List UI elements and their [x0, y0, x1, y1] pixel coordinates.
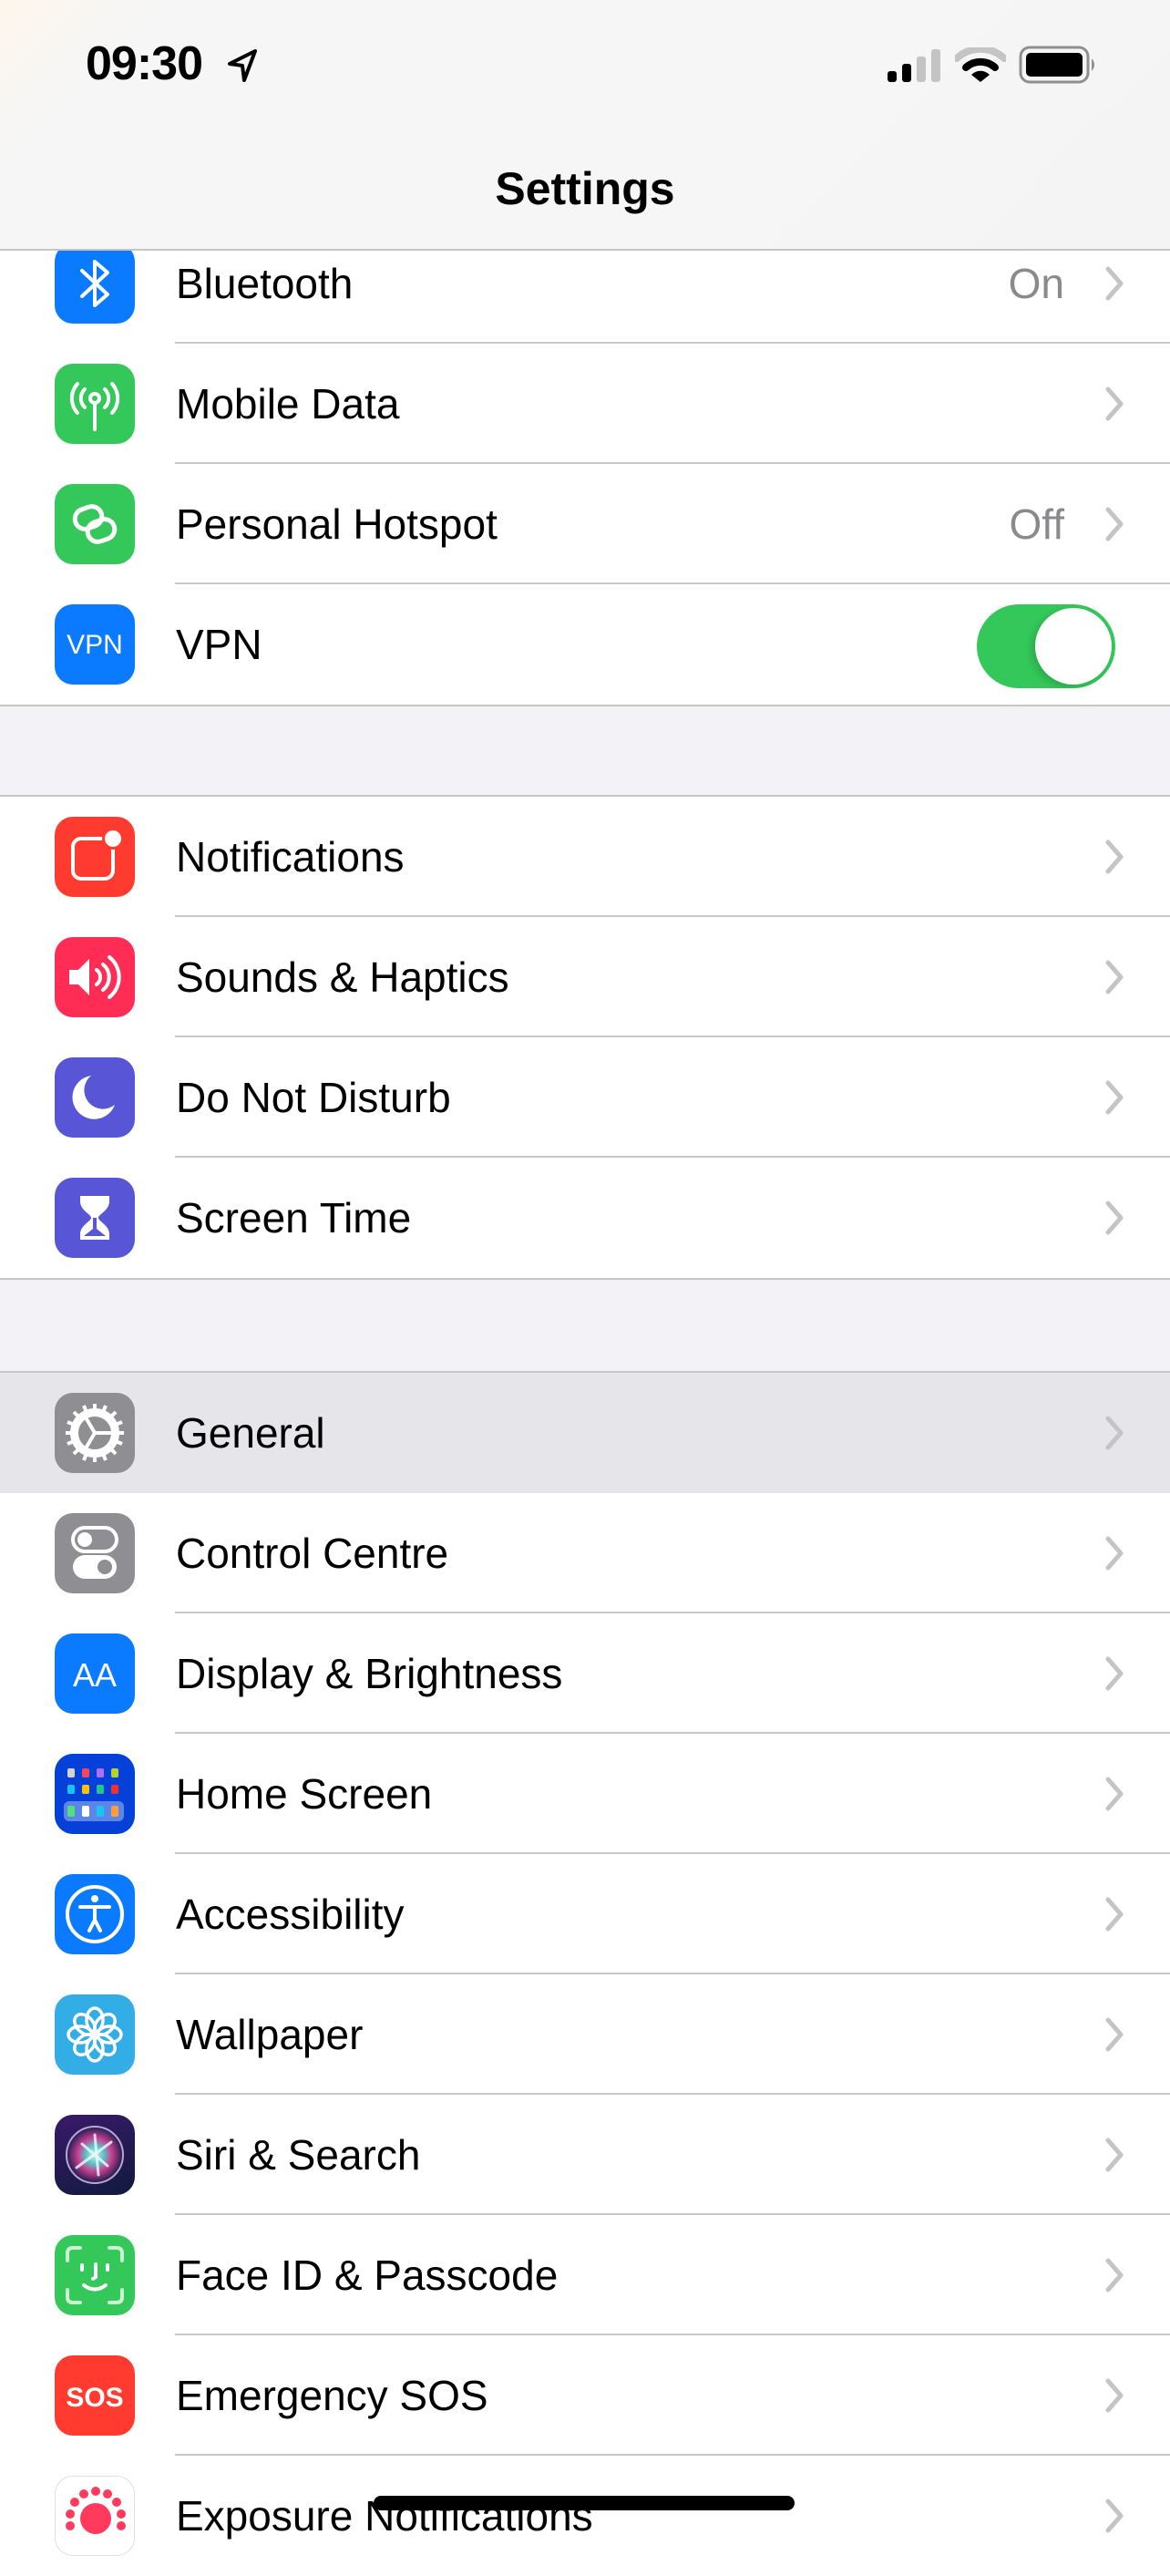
- settings-row-label: General: [176, 1409, 325, 1457]
- hotspot-link-icon: [55, 484, 135, 564]
- antenna-icon: [55, 364, 135, 444]
- chevron-right-icon: [1105, 2378, 1124, 2413]
- sos-icon: SOS: [55, 2355, 135, 2436]
- settings-row-notifications[interactable]: Notifications: [0, 797, 1170, 917]
- settings-row-personal-hotspot[interactable]: Personal Hotspot Off: [0, 464, 1170, 584]
- settings-row-siri-search[interactable]: Siri & Search: [0, 2095, 1170, 2215]
- settings-row-sounds-haptics[interactable]: Sounds & Haptics: [0, 917, 1170, 1037]
- settings-row-do-not-disturb[interactable]: Do Not Disturb: [0, 1037, 1170, 1158]
- settings-row-label: Mobile Data: [176, 380, 400, 428]
- vpn-toggle[interactable]: [977, 604, 1115, 688]
- svg-text:SOS: SOS: [66, 2383, 123, 2413]
- wifi-icon: [955, 47, 1006, 82]
- settings-row-accessibility[interactable]: Accessibility: [0, 1854, 1170, 1974]
- chevron-right-icon: [1105, 2138, 1124, 2172]
- toggle-knob: [1035, 608, 1112, 685]
- settings-row-label: Display & Brightness: [176, 1650, 563, 1697]
- settings-row-general[interactable]: General: [0, 1373, 1170, 1493]
- siri-icon: [55, 2115, 135, 2195]
- settings-row-label: Personal Hotspot: [176, 500, 498, 548]
- settings-row-emergency-sos[interactable]: SOS Emergency SOS: [0, 2335, 1170, 2456]
- settings-row-label: Notifications: [176, 833, 405, 881]
- settings-row-vpn[interactable]: VPN VPN: [0, 584, 1170, 705]
- settings-row-control-centre[interactable]: Control Centre: [0, 1493, 1170, 1613]
- chevron-right-icon: [1105, 2017, 1124, 2052]
- connectivity-group: Bluetooth On Mobile Data Personal Hotspo…: [0, 222, 1170, 706]
- chevron-right-icon: [1105, 266, 1124, 301]
- hourglass-icon: [55, 1178, 135, 1258]
- exposure-icon: [55, 2476, 135, 2556]
- svg-text:VPN: VPN: [67, 630, 123, 660]
- settings-row-label: Sounds & Haptics: [176, 953, 509, 1001]
- notifications-icon: [55, 817, 135, 897]
- page-title: Settings: [495, 163, 675, 214]
- settings-row-wallpaper[interactable]: Wallpaper: [0, 1974, 1170, 2095]
- text-size-icon: AA: [55, 1633, 135, 1714]
- notifications-group: Notifications Sounds & Haptics Do Not Di…: [0, 795, 1170, 1280]
- vpn-icon: VPN: [55, 604, 135, 685]
- settings-row-mobile-data[interactable]: Mobile Data: [0, 344, 1170, 464]
- chevron-right-icon: [1105, 1536, 1124, 1571]
- settings-row-label: Siri & Search: [176, 2131, 421, 2179]
- chevron-right-icon: [1105, 1897, 1124, 1932]
- settings-row-label: Control Centre: [176, 1530, 449, 1577]
- settings-row-label: VPN: [176, 621, 262, 668]
- app-grid-icon: [55, 1754, 135, 1834]
- chevron-right-icon: [1105, 2258, 1124, 2293]
- location-arrow-icon: [228, 49, 257, 82]
- chevron-right-icon: [1105, 840, 1124, 874]
- face-id-icon: [55, 2235, 135, 2315]
- chevron-right-icon: [1105, 1777, 1124, 1811]
- settings-row-label: Exposure Notifications: [176, 2492, 593, 2540]
- settings-row-home-screen[interactable]: Home Screen: [0, 1734, 1170, 1854]
- settings-row-label: Accessibility: [176, 1891, 405, 1938]
- navigation-header: 09:30 Settings: [0, 0, 1170, 251]
- speaker-icon: [55, 937, 135, 1017]
- settings-row-label: Home Screen: [176, 1770, 433, 1818]
- switches-icon: [55, 1513, 135, 1593]
- chevron-right-icon: [1105, 960, 1124, 994]
- general-group: General Control Centre AA Display & Brig…: [0, 1371, 1170, 2576]
- settings-row-screen-time[interactable]: Screen Time: [0, 1158, 1170, 1278]
- settings-row-label: Wallpaper: [176, 2011, 364, 2058]
- svg-text:AA: AA: [73, 1656, 117, 1694]
- hotspot-status-value: Off: [1009, 500, 1064, 548]
- settings-row-label: Face ID & Passcode: [176, 2251, 559, 2299]
- chevron-right-icon: [1105, 2499, 1124, 2533]
- chevron-right-icon: [1105, 1416, 1124, 1450]
- moon-icon: [55, 1057, 135, 1138]
- settings-row-label: Do Not Disturb: [176, 1074, 451, 1121]
- bluetooth-icon: [55, 243, 135, 324]
- settings-row-face-id-passcode[interactable]: Face ID & Passcode: [0, 2215, 1170, 2335]
- chevron-right-icon: [1105, 386, 1124, 421]
- chevron-right-icon: [1105, 1200, 1124, 1235]
- settings-row-display-brightness[interactable]: AA Display & Brightness: [0, 1613, 1170, 1734]
- cellular-signal-icon: [888, 49, 940, 82]
- accessibility-icon: [55, 1874, 135, 1954]
- chevron-right-icon: [1105, 507, 1124, 541]
- status-time: 09:30: [86, 37, 203, 90]
- settings-row-label: Emergency SOS: [176, 2372, 488, 2419]
- settings-row-exposure-notifications[interactable]: Exposure Notifications: [0, 2456, 1170, 2576]
- home-indicator[interactable]: [374, 2496, 795, 2510]
- gear-icon: [55, 1393, 135, 1473]
- flower-icon: [55, 1994, 135, 2075]
- battery-icon: [1019, 46, 1094, 84]
- chevron-right-icon: [1105, 1080, 1124, 1115]
- settings-row-label: Screen Time: [176, 1194, 412, 1242]
- chevron-right-icon: [1105, 1656, 1124, 1691]
